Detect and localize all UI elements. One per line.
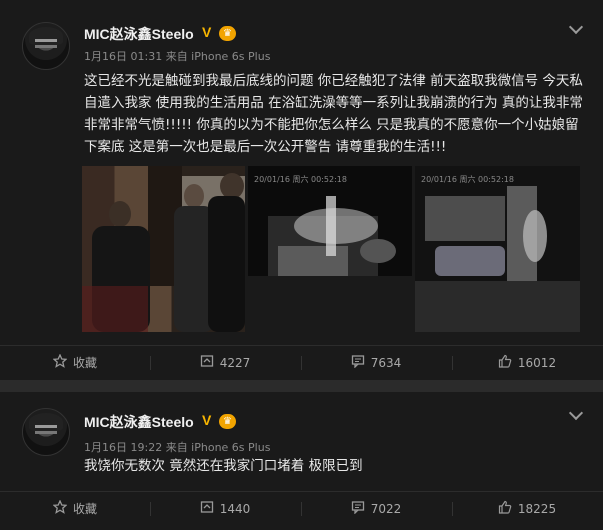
scene-photo-people (82, 166, 245, 332)
comment-icon (351, 347, 365, 381)
post-meta: 1月16日 01:31 来自 iPhone 6s Plus (84, 50, 271, 63)
author-name[interactable]: MIC赵泳鑫Steelo (84, 412, 194, 432)
thumbs-up-icon (498, 347, 512, 381)
cctv-night-photo (248, 166, 412, 332)
photo-thumbnail[interactable] (82, 166, 245, 332)
chevron-down-icon[interactable] (568, 19, 584, 35)
repost-count: 4227 (219, 356, 251, 370)
comment-count: 7634 (370, 356, 402, 370)
photo-thumbnail[interactable]: 20/01/16 周六 00:52:18 (248, 166, 412, 332)
comment-button[interactable]: 7022 (301, 492, 451, 526)
post-text: 我饶你无数次 竟然还在我家门口堵着 极限已到 (84, 458, 363, 474)
post-text: 这已经不光是触碰到我最后底线的问题 你已经触犯了法律 前天盗取我微信号 今天私自… (84, 73, 583, 155)
repost-icon (200, 493, 214, 527)
cctv-room-photo (415, 166, 580, 332)
verified-icon: V (202, 24, 212, 40)
post-meta: 1月16日 19:22 来自 iPhone 6s Plus (84, 441, 271, 454)
comment-count: 7022 (370, 502, 402, 516)
photo-thumbnail[interactable]: 20/01/16 周六 00:52:18 (415, 166, 580, 332)
star-icon (52, 493, 68, 527)
cctv-timestamp: 20/01/16 周六 00:52:18 (421, 175, 514, 184)
author-name[interactable]: MIC赵泳鑫Steelo (84, 24, 194, 44)
action-bar: 收藏 1440 7022 18225 (0, 491, 603, 526)
photo-grid: 20/01/16 周六 00:52:18 20/01/16 周六 00:52:1… (82, 166, 580, 332)
repost-icon (200, 347, 214, 381)
chevron-down-icon[interactable] (568, 405, 584, 421)
weibo-post: MIC赵泳鑫Steelo V ♛ 1月16日 19:22 来自 iPhone 6… (0, 392, 603, 530)
like-button[interactable]: 18225 (452, 492, 602, 526)
like-count: 18225 (517, 502, 557, 516)
avatar[interactable] (22, 408, 70, 456)
favorite-button[interactable]: 收藏 (0, 346, 150, 380)
verified-icon: V (202, 412, 212, 428)
repost-button[interactable]: 4227 (150, 346, 300, 380)
action-bar: 收藏 4227 7634 16012 (0, 345, 603, 380)
thumbs-up-icon (498, 493, 512, 527)
vip-crown-icon: ♛ (219, 414, 236, 429)
favorite-button[interactable]: 收藏 (0, 492, 150, 526)
comment-button[interactable]: 7634 (301, 346, 451, 380)
comment-icon (351, 493, 365, 527)
repost-button[interactable]: 1440 (150, 492, 300, 526)
cctv-timestamp: 20/01/16 周六 00:52:18 (254, 175, 347, 184)
repost-count: 1440 (219, 502, 251, 516)
favorite-label: 收藏 (72, 502, 97, 516)
star-icon (52, 347, 68, 381)
weibo-post: MIC赵泳鑫Steelo V ♛ 1月16日 01:31 来自 iPhone 6… (0, 0, 603, 380)
avatar[interactable] (22, 22, 70, 70)
like-count: 16012 (517, 356, 557, 370)
favorite-label: 收藏 (72, 356, 97, 370)
vip-crown-icon: ♛ (219, 26, 236, 41)
like-button[interactable]: 16012 (452, 346, 602, 380)
